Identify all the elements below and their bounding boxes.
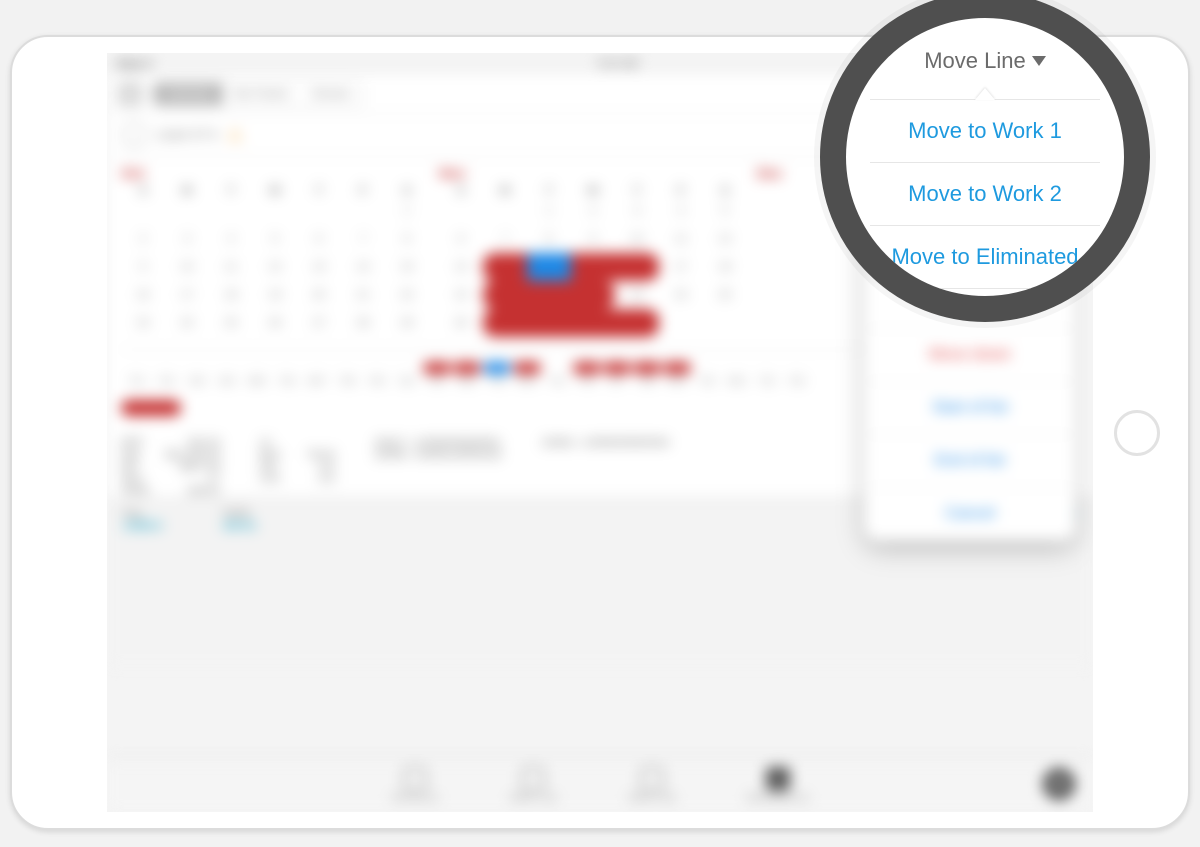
footer-pay-value: 11562.0 — [123, 520, 162, 532]
spotlight-title-text: Move Line — [924, 48, 1026, 74]
segment-browse[interactable]: Browse — [301, 83, 362, 105]
month-nov: Nov SMTWTFS 12345 6789101112 131718 1923… — [439, 165, 747, 337]
settings-gear-icon[interactable]: ⚙ — [1043, 768, 1075, 800]
status-left: iPad ᯤ — [117, 57, 153, 72]
spotlight-circle: Move Line Move to Work 1 Move to Work 2 … — [820, 0, 1150, 322]
move-to-eliminated-button[interactable]: Move to Eliminated — [870, 226, 1100, 289]
move-to-work-2-button[interactable]: Move to Work 2 — [870, 163, 1100, 226]
segment-bar-packer[interactable]: Bar Packer — [223, 83, 301, 105]
popover-arrow-icon — [975, 88, 995, 100]
tab-sortby[interactable]: Sort by (1) — [391, 767, 438, 804]
footer-tafb-value: 190:51 — [222, 520, 256, 532]
month-oct-name: Oct — [121, 165, 429, 181]
prev-line-button[interactable]: ‹ — [121, 122, 147, 148]
tab-work2[interactable]: Work 2 (3) — [628, 767, 675, 804]
month-dec: Dec — [757, 165, 783, 337]
line-label[interactable]: Line# 47 ▾ — [157, 127, 217, 143]
segment-calendar[interactable]: Calendar — [154, 83, 223, 105]
opt-move-down[interactable]: Move down — [865, 329, 1075, 382]
status-center: 9:41 AM — [598, 58, 638, 70]
view-segmented-control[interactable]: Calendar Bar Packer Browse — [153, 82, 363, 106]
opt-cancel[interactable]: Cancel — [865, 488, 1075, 540]
footer-tafb-label: TAFB — [222, 508, 256, 520]
warning-icon: ⚠ — [227, 125, 243, 146]
bottom-tab-bar: Sort by (1) Work 1 (2) Work 2 (3) Elimin… — [107, 758, 1093, 812]
tab-eliminated[interactable]: Eliminated (1) — [747, 767, 809, 804]
app-logo — [117, 81, 143, 107]
tab-work1[interactable]: Work 1 (2) — [510, 767, 557, 804]
chevron-down-icon — [1032, 56, 1046, 66]
month-dec-name: Dec — [757, 165, 783, 181]
month-oct: Oct SMTWTFS 1 2345678 9101112131415 1617… — [121, 165, 429, 337]
opt-start-list[interactable]: Start of list — [865, 382, 1075, 435]
opt-end-list[interactable]: End of list — [865, 435, 1075, 488]
spotlight-title: Move Line — [924, 48, 1046, 74]
ipad-home-button[interactable] — [1114, 410, 1160, 456]
month-nov-name: Nov — [439, 165, 747, 181]
overflow-pill — [121, 400, 181, 416]
move-line-popover: Move to Work 1 Move to Work 2 Move to El… — [870, 99, 1100, 289]
footer-pay-label: Pay — [123, 508, 162, 520]
move-to-work-1-button[interactable]: Move to Work 1 — [870, 100, 1100, 163]
